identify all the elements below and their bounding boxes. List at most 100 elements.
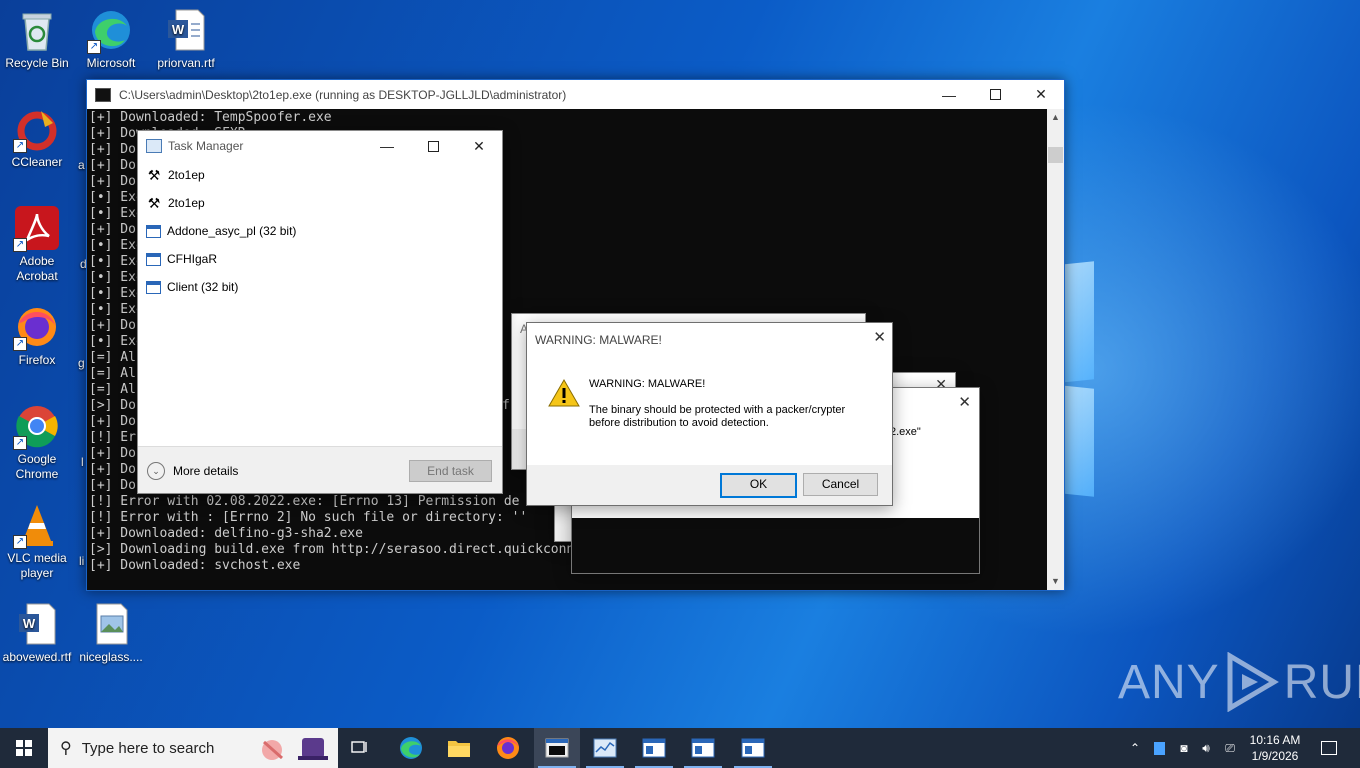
more-details-label: More details xyxy=(173,464,239,478)
taskbar-search-box[interactable]: ⚲ Type here to search xyxy=(48,728,338,768)
task-list-item[interactable]: CFHIgaR xyxy=(138,245,502,273)
maximize-icon xyxy=(989,89,1001,100)
close-button[interactable]: ✕ xyxy=(456,132,502,161)
desktop-icon-label: Firefox xyxy=(18,353,56,367)
hammer-icon: ⚒ xyxy=(147,195,161,211)
taskbar-firefox[interactable] xyxy=(484,728,532,768)
taskbar-app-window[interactable] xyxy=(631,728,677,768)
taskbar-app-window[interactable] xyxy=(730,728,776,768)
task-list-item[interactable]: ⚒ 2to1ep xyxy=(138,189,502,217)
close-button[interactable]: ✕ xyxy=(1018,80,1064,109)
warning-heading: WARNING: MALWARE! xyxy=(589,378,706,390)
console-line: [+] Downloaded: svchost.exe xyxy=(89,558,301,573)
console-line: [•] Exe xyxy=(89,238,144,253)
chevron-down-icon: ⌄ xyxy=(147,462,165,480)
console-scrollbar[interactable]: ▲ ▼ xyxy=(1047,109,1064,590)
notification-icon xyxy=(1321,741,1337,755)
console-app-icon xyxy=(95,87,111,102)
console-line: [>] Dou xyxy=(89,398,144,413)
more-details-toggle[interactable]: ⌄ More details xyxy=(147,462,238,480)
volume-button[interactable]: 🔊︎ xyxy=(1196,728,1216,768)
desktop-icon-google-chrome[interactable]: ↗ Google Chrome xyxy=(0,404,76,482)
image-file-icon xyxy=(89,602,133,646)
ccleaner-icon: ↗ xyxy=(13,107,59,153)
minimize-button[interactable]: — xyxy=(926,80,972,109)
desktop-icon-adobe-acrobat[interactable]: ↗ Adobe Acrobat xyxy=(0,206,76,284)
console-line: [+] Dou xyxy=(89,478,144,493)
recycle-bin-icon xyxy=(15,8,59,52)
task-manager-window[interactable]: Task Manager — ✕ ⚒ 2to1ep ⚒ 2to1ep Addon… xyxy=(137,130,503,494)
taskbar-file-explorer[interactable] xyxy=(436,728,482,768)
scroll-up-icon[interactable]: ▲ xyxy=(1047,109,1064,126)
task-list-item[interactable]: Addone_asyc_pl (32 bit) xyxy=(138,217,502,245)
network-button[interactable]: ⎚ xyxy=(1220,728,1240,768)
tray-overflow-button[interactable]: ⌃ xyxy=(1126,728,1144,768)
console-line: [!] Error with : [Errno 2] No such file … xyxy=(89,510,528,525)
task-manager-footer: ⌄ More details End task xyxy=(138,446,502,493)
chevron-up-icon: ⌃ xyxy=(1129,741,1141,755)
word-document-icon: W xyxy=(15,602,59,646)
task-manager-icon xyxy=(593,738,617,758)
maximize-icon xyxy=(427,140,439,152)
desktop-icon-abovewed-rtf[interactable]: W abovewed.rtf xyxy=(0,602,76,665)
tray-meet-icon[interactable]: ◙ xyxy=(1174,728,1194,768)
clock[interactable]: 10:16 AM 1/9/2026 xyxy=(1244,728,1306,768)
firefox-icon xyxy=(497,737,519,759)
desktop-icon-recycle-bin[interactable]: Recycle Bin xyxy=(0,8,76,71)
desktop-icon-label: CCleaner xyxy=(11,155,63,169)
close-icon: ✕ xyxy=(1035,86,1047,102)
console-line: [+] Dou xyxy=(89,222,144,237)
scroll-down-icon[interactable]: ▼ xyxy=(1047,573,1064,590)
console-line: [•] Exe xyxy=(89,206,144,221)
tray-app-icon[interactable] xyxy=(1150,728,1168,768)
task-manager-titlebar[interactable]: Task Manager — ✕ xyxy=(138,131,502,161)
task-label: Client (32 bit) xyxy=(167,280,239,294)
taskbar-task-manager[interactable] xyxy=(582,728,628,768)
hammer-icon: ⚒ xyxy=(147,167,161,183)
shortcut-arrow-icon: ↗ xyxy=(13,436,27,450)
desktop-icon-niceglass[interactable]: niceglass.... xyxy=(72,602,150,665)
end-task-button[interactable]: End task xyxy=(409,460,492,482)
close-icon[interactable]: ✕ xyxy=(873,328,886,346)
desktop-icon-label: Adobe Acrobat xyxy=(16,254,58,283)
maximize-button[interactable] xyxy=(410,132,456,161)
ok-button[interactable]: OK xyxy=(720,473,797,498)
desktop-icon-firefox[interactable]: ↗ Firefox xyxy=(0,305,76,368)
minimize-icon: — xyxy=(942,86,956,103)
cancel-button[interactable]: Cancel xyxy=(803,473,878,496)
task-manager-icon xyxy=(146,139,162,153)
windows-start-icon xyxy=(16,740,32,756)
warning-dialog-title: WARNING: MALWARE! xyxy=(535,333,662,347)
word-document-icon: W xyxy=(164,8,208,52)
camera-icon: ◙ xyxy=(1180,741,1188,755)
task-label: 2to1ep xyxy=(168,168,205,182)
close-icon[interactable]: ✕ xyxy=(958,393,971,411)
scrollbar-thumb[interactable] xyxy=(1048,147,1063,163)
minimize-button[interactable]: — xyxy=(364,132,410,161)
start-button[interactable] xyxy=(0,728,48,768)
svg-text:W: W xyxy=(23,616,36,631)
taskbar-app-window[interactable] xyxy=(680,728,726,768)
partial-icon-label: g xyxy=(78,356,85,370)
app-window-icon xyxy=(642,738,666,758)
folder-icon xyxy=(448,741,470,757)
desktop-icon-edge[interactable]: ↗ Microsoft Edge xyxy=(72,8,150,71)
console-line: [+] Downloaded: delfino-g3-sha2.exe xyxy=(89,526,363,541)
task-list-item[interactable]: Client (32 bit) xyxy=(138,273,502,301)
desktop-icon-vlc[interactable]: ↗ VLC media player xyxy=(0,503,76,581)
desktop-icon-ccleaner[interactable]: ↗ CCleaner xyxy=(0,107,76,170)
notifications-button[interactable] xyxy=(1314,728,1344,768)
maximize-button[interactable] xyxy=(972,80,1018,109)
malware-warning-dialog[interactable]: WARNING: MALWARE! ✕ WARNING: MALWARE! Th… xyxy=(526,322,893,506)
task-list-item[interactable]: ⚒ 2to1ep xyxy=(138,161,502,189)
console-line: [•] Exe xyxy=(89,334,144,349)
desktop-icon-priorvan-rtf[interactable]: W priorvan.rtf xyxy=(147,8,225,71)
task-view-button[interactable] xyxy=(340,728,380,768)
console-titlebar[interactable]: C:\Users\admin\Desktop\2to1ep.exe (runni… xyxy=(87,80,1064,109)
console-line: [!] Error with 02.08.2022.exe: [Errno 13… xyxy=(89,494,520,509)
play-logo-icon xyxy=(1227,652,1279,712)
console-line: [+] Dou xyxy=(89,446,144,461)
taskbar-console[interactable] xyxy=(534,728,580,768)
firefox-icon: ↗ xyxy=(13,305,59,351)
taskbar-edge[interactable] xyxy=(388,728,434,768)
